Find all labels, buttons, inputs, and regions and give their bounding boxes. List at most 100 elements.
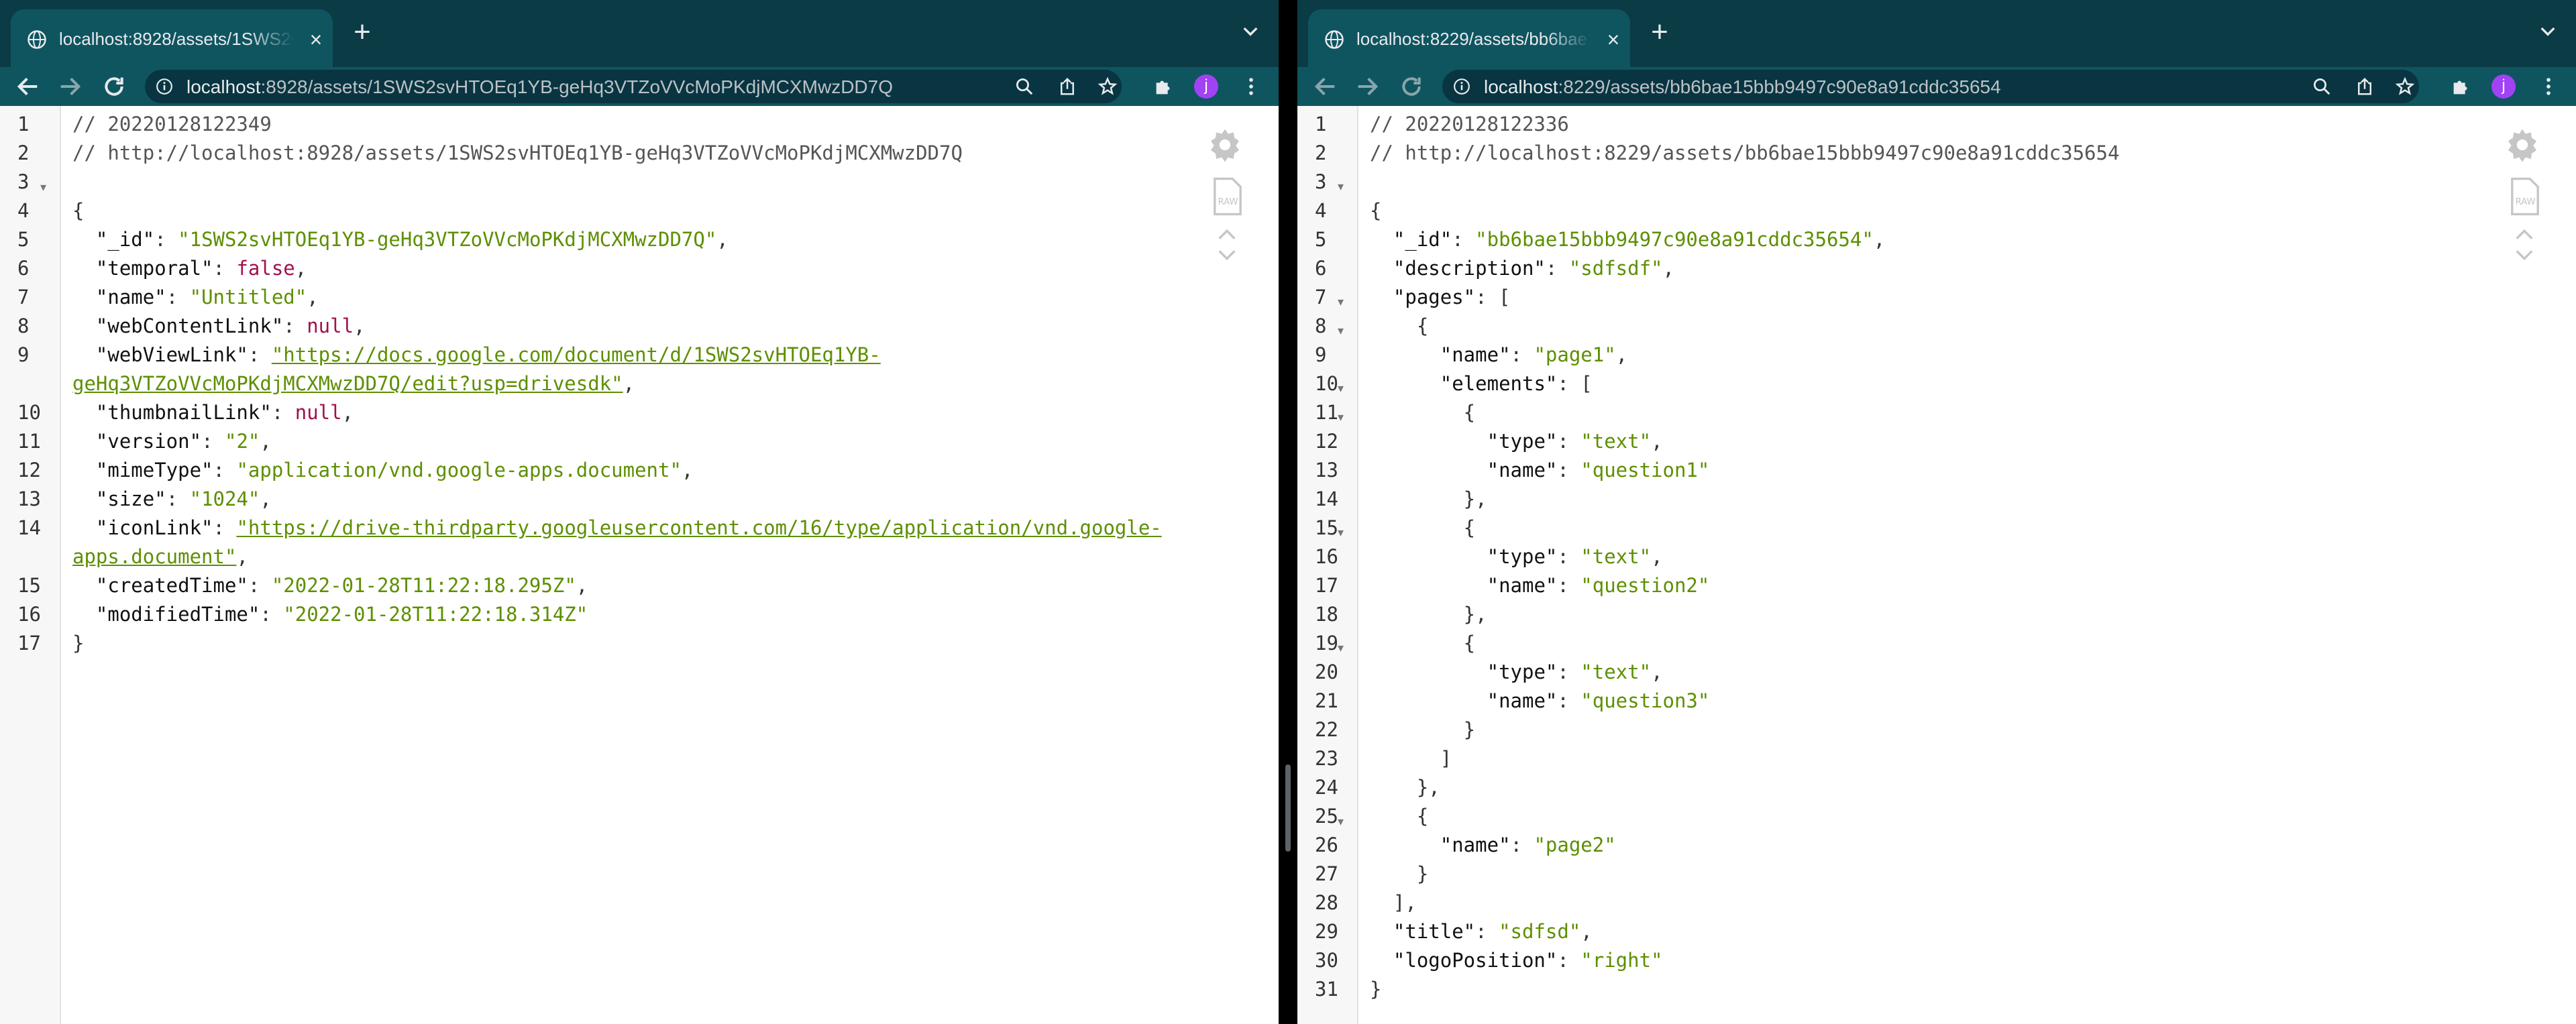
chevron-down-icon[interactable] <box>2513 247 2536 263</box>
line-number: 22 <box>1315 718 1338 741</box>
json-key: "iconLink" <box>95 516 213 539</box>
browser-tab[interactable]: localhost:8229/assets/bb6bae15bbb9497c90… <box>1308 9 1630 67</box>
forward-icon[interactable] <box>56 72 83 101</box>
icon-link-cont[interactable]: apps.document" <box>72 545 236 568</box>
json-value: null <box>294 401 342 424</box>
json-key: "createdTime" <box>95 574 248 597</box>
tab-title: localhost:8229/assets/bb6bae15bbb9497c90… <box>1356 29 1591 49</box>
json-key: "name" <box>95 286 166 308</box>
close-tab-icon[interactable]: × <box>1603 28 1623 51</box>
fold-toggle-icon[interactable]: ▾ <box>1338 374 1347 403</box>
fold-toggle-icon[interactable]: ▾ <box>1338 403 1347 432</box>
json-key: "name" <box>1487 689 1558 712</box>
chevron-down-icon[interactable] <box>2537 20 2559 42</box>
bookmark-star-icon[interactable] <box>2395 76 2415 97</box>
json-key: "temporal" <box>95 257 213 280</box>
line-number: 17 <box>1315 574 1338 597</box>
extensions-icon[interactable] <box>2450 75 2473 98</box>
browser-toolbar: localhost:8928/assets/1SWS2svHTOEq1YB-ge… <box>0 67 1279 106</box>
chevron-down-icon[interactable] <box>1216 247 1238 263</box>
line-number: 11 <box>1315 401 1338 424</box>
chevron-up-icon[interactable] <box>2513 227 2536 243</box>
new-tab-button[interactable]: + <box>1646 17 1673 47</box>
info-icon[interactable] <box>1453 78 1470 95</box>
fold-toggle-icon[interactable]: ▾ <box>1338 807 1347 836</box>
raw-view-icon[interactable]: RAW <box>2509 177 2541 216</box>
line-number: 17 <box>17 632 41 655</box>
json-value: "text" <box>1580 545 1652 568</box>
json-key: "size" <box>95 488 166 510</box>
web-view-link[interactable]: "https://docs.google.com/document/d/1SWS… <box>272 343 881 366</box>
share-icon[interactable] <box>1057 76 1077 97</box>
browser-tab[interactable]: localhost:8928/assets/1SWS2svHTOEq1YB-ge… <box>11 9 333 67</box>
gear-icon[interactable] <box>2504 126 2541 164</box>
share-icon[interactable] <box>2355 76 2375 97</box>
line-number: 6 <box>1315 257 1327 280</box>
line-number: 19 <box>1315 632 1338 655</box>
json-value: "sdfsd" <box>1499 920 1581 943</box>
json-value: "1024" <box>189 488 260 510</box>
line-number: 3 <box>17 170 30 193</box>
line-number: 9 <box>17 343 30 366</box>
forward-icon[interactable] <box>1354 72 1381 101</box>
chevron-up-icon[interactable] <box>1216 227 1238 243</box>
profile-avatar[interactable]: j <box>1194 74 1218 99</box>
json-value: "text" <box>1580 430 1652 453</box>
tab-strip: localhost:8928/assets/1SWS2svHTOEq1YB-ge… <box>0 0 1279 67</box>
back-icon[interactable] <box>1312 72 1339 101</box>
json-value: "question1" <box>1580 459 1710 481</box>
reload-icon[interactable] <box>101 72 127 101</box>
comment-url: // http://localhost:8928/assets/1SWS2svH… <box>72 141 963 164</box>
address-bar[interactable]: localhost:8928/assets/1SWS2svHTOEq1YB-ge… <box>145 70 1122 103</box>
open-brace: { <box>72 199 85 222</box>
bookmark-star-icon[interactable] <box>1097 76 1118 97</box>
icon-link[interactable]: "https://drive-thirdparty.googleusercont… <box>236 516 1161 539</box>
json-value: "Untitled" <box>189 286 307 308</box>
tab-strip: localhost:8229/assets/bb6bae15bbb9497c90… <box>1297 0 2576 67</box>
window-divider <box>1279 0 1297 1024</box>
back-icon[interactable] <box>15 72 42 101</box>
fold-toggle-icon[interactable]: ▾ <box>1338 634 1347 663</box>
fold-toggle-icon[interactable]: ▾ <box>1338 172 1347 201</box>
json-value: "question2" <box>1580 574 1710 597</box>
fold-toggle-icon[interactable]: ▾ <box>1338 288 1347 317</box>
address-bar[interactable]: localhost:8229/assets/bb6bae15bbb9497c90… <box>1442 70 2419 103</box>
line-number: 18 <box>1315 603 1338 626</box>
json-viewer: 1 2 3 4 5 6 7 8 9 10 11 12 13 14 15 16 17 ▾ // 202201281… <box>0 106 1279 1024</box>
line-number: 30 <box>1315 949 1338 972</box>
json-value: "2" <box>224 430 260 453</box>
gear-icon[interactable] <box>1206 126 1244 164</box>
close-brace: } <box>72 632 85 655</box>
menu-kebab-icon[interactable] <box>2537 75 2560 98</box>
tab-title: localhost:8928/assets/1SWS2svHTOEq1YB-ge… <box>59 29 294 49</box>
line-number: 24 <box>1315 776 1338 799</box>
reload-icon[interactable] <box>1398 72 1425 101</box>
line-number: 7 <box>1315 286 1327 308</box>
json-key: "version" <box>95 430 202 453</box>
chevron-down-icon[interactable] <box>1240 20 1261 42</box>
info-icon[interactable] <box>156 78 173 95</box>
web-view-link-cont[interactable]: geHq3VTZoVVcMoPKdjMCXMwzDD7Q/edit?usp=dr… <box>72 372 623 395</box>
json-code: // 20220128122349 // http://localhost:89… <box>72 110 1162 658</box>
json-value: false <box>236 257 295 280</box>
fold-toggle-icon[interactable]: ▾ <box>40 173 50 202</box>
line-number: 1 <box>17 113 30 135</box>
json-key: "webViewLink" <box>95 343 248 366</box>
close-tab-icon[interactable]: × <box>306 28 326 51</box>
json-key: "name" <box>1440 343 1511 366</box>
new-tab-button[interactable]: + <box>349 17 376 47</box>
profile-avatar[interactable]: j <box>2491 74 2516 99</box>
fold-toggle-icon[interactable]: ▾ <box>1338 518 1347 547</box>
fold-toggle-icon[interactable]: ▾ <box>1338 317 1347 345</box>
extensions-icon[interactable] <box>1152 75 1175 98</box>
zoom-search-icon[interactable] <box>1014 76 1034 97</box>
zoom-search-icon[interactable] <box>2312 76 2332 97</box>
line-number-gutter: 1 2 3 4 5 6 7 8 9 10 11 12 13 14 15 16 17 18 19 20 21 22 23 24 2… <box>1297 106 1358 1024</box>
divider-grip[interactable] <box>1285 764 1291 852</box>
menu-kebab-icon[interactable] <box>1240 75 1263 98</box>
json-value: null <box>307 315 354 337</box>
url-text: localhost:8229/assets/bb6bae15bbb9497c90… <box>1484 76 2001 98</box>
json-key: "modifiedTime" <box>95 603 260 626</box>
raw-view-icon[interactable]: RAW <box>1212 177 1244 216</box>
line-number: 23 <box>1315 747 1338 770</box>
